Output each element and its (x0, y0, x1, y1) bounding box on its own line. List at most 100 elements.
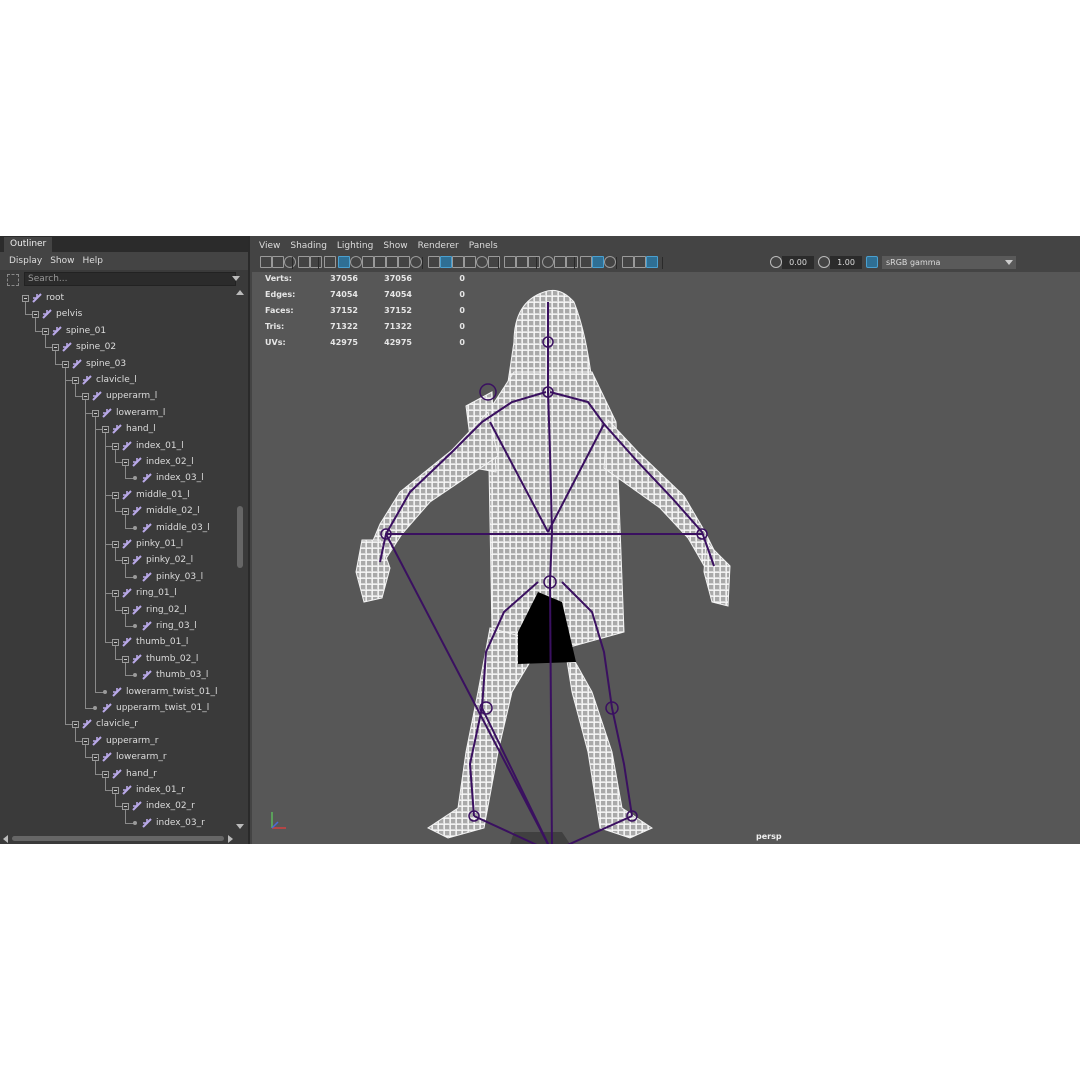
view-transform-icon[interactable] (866, 256, 878, 268)
outliner-item-index-01-l[interactable]: index_01_l (0, 438, 234, 454)
grid-icon[interactable] (338, 256, 350, 268)
scroll-down-icon[interactable] (236, 824, 244, 829)
grease-pencil-icon[interactable] (324, 256, 336, 268)
collapse-toggle-icon[interactable] (112, 491, 119, 499)
gate-mask-icon[interactable] (374, 256, 386, 268)
xray-active-icon[interactable] (592, 256, 604, 268)
safe-action-icon[interactable] (398, 256, 410, 268)
collapse-toggle-icon[interactable] (122, 803, 129, 811)
outliner-item-thumb-03-l[interactable]: thumb_03_l (0, 667, 234, 683)
outliner-item-upperarm-r[interactable]: upperarm_r (0, 733, 234, 749)
camera-attributes-icon[interactable] (272, 256, 284, 268)
outliner-item-pinky-01-l[interactable]: pinky_01_l (0, 536, 234, 552)
outliner-item-ring-01-l[interactable]: ring_01_l (0, 585, 234, 601)
resolution-gate-icon[interactable] (362, 256, 374, 268)
collapse-toggle-icon[interactable] (42, 327, 49, 335)
collapse-toggle-icon[interactable] (112, 541, 119, 548)
scroll-left-icon[interactable] (3, 835, 8, 843)
safe-title-icon[interactable] (410, 256, 422, 268)
anti-aliasing-icon[interactable] (554, 256, 566, 268)
outliner-item-middle-03-l[interactable]: middle_03_l (0, 520, 234, 536)
gamma-icon[interactable] (634, 256, 646, 268)
collapse-toggle-icon[interactable] (32, 311, 39, 319)
menu-renderer[interactable]: Renderer (413, 236, 464, 256)
exposure-icon[interactable] (622, 256, 634, 268)
outliner-item-index-02-r[interactable]: index_02_r (0, 798, 234, 814)
scroll-up-icon[interactable] (236, 290, 244, 295)
menu-shading[interactable]: Shading (285, 236, 332, 256)
character-wireframe-mesh[interactable] (252, 272, 1080, 844)
collapse-toggle-icon[interactable] (112, 442, 119, 450)
menu-view[interactable]: View (252, 236, 285, 256)
collapse-toggle-icon[interactable] (122, 459, 129, 466)
outliner-item-root[interactable]: root (0, 290, 234, 306)
search-input[interactable]: Search... (24, 272, 236, 286)
outliner-item-lowerarm-twist-01-l[interactable]: lowerarm_twist_01_l (0, 684, 234, 700)
exposure-dial-icon[interactable] (770, 256, 782, 268)
menu-lighting[interactable]: Lighting (332, 236, 378, 256)
outliner-item-middle-01-l[interactable]: middle_01_l (0, 487, 234, 503)
color-space-select[interactable]: sRGB gamma (882, 256, 1016, 269)
collapse-toggle-icon[interactable] (82, 393, 89, 401)
outliner-item-upperarm-twist-01-l[interactable]: upperarm_twist_01_l (0, 700, 234, 716)
scroll-thumb[interactable] (237, 506, 243, 568)
shadows-icon[interactable] (516, 256, 528, 268)
outliner-item-lowerarm-l[interactable]: lowerarm_l (0, 405, 234, 421)
outliner-item-spine-02[interactable]: spine_02 (0, 339, 234, 355)
collapse-toggle-icon[interactable] (92, 754, 99, 762)
gamma-dial-icon[interactable] (818, 256, 830, 268)
bookmark-icon[interactable] (284, 256, 296, 268)
outliner-item-middle-02-l[interactable]: middle_02_l (0, 503, 234, 519)
collapse-toggle-icon[interactable] (92, 409, 99, 417)
menu-panels[interactable]: Panels (464, 236, 503, 256)
color-management-icon[interactable] (646, 256, 658, 268)
outliner-item-lowerarm-r[interactable]: lowerarm_r (0, 749, 234, 765)
default-material-icon[interactable] (452, 256, 464, 268)
use-lights-icon[interactable] (504, 256, 516, 268)
depth-of-field-icon[interactable] (566, 256, 578, 268)
isolate-select-icon[interactable] (580, 256, 592, 268)
collapse-toggle-icon[interactable] (22, 295, 29, 302)
outliner-item-hand-l[interactable]: hand_l (0, 421, 234, 437)
collapse-toggle-icon[interactable] (102, 770, 109, 778)
collapse-toggle-icon[interactable] (122, 606, 129, 614)
menu-help[interactable]: Help (78, 252, 107, 270)
outliner-item-ring-02-l[interactable]: ring_02_l (0, 602, 234, 618)
outliner-item-thumb-01-l[interactable]: thumb_01_l (0, 634, 234, 650)
collapse-toggle-icon[interactable] (62, 360, 69, 368)
search-dropdown-icon[interactable] (232, 276, 240, 281)
collapse-toggle-icon[interactable] (102, 426, 109, 434)
outliner-item-index-03-r[interactable]: index_03_r (0, 815, 234, 831)
outliner-item-pelvis[interactable]: pelvis (0, 306, 234, 322)
camera-select-icon[interactable] (260, 256, 272, 268)
hscroll-thumb[interactable] (12, 836, 224, 841)
smooth-shade-icon[interactable] (440, 256, 452, 268)
chevron-down-icon[interactable] (1002, 256, 1016, 269)
3d-viewport[interactable]: Verts: 37056 37056 0 Edges: 74054 74054 … (252, 272, 1080, 844)
menu-show[interactable]: Show (378, 236, 412, 256)
outliner-item-clavicle-r[interactable]: clavicle_r (0, 716, 234, 732)
outliner-item-ring-03-l[interactable]: ring_03_l (0, 618, 234, 634)
outliner-item-spine-03[interactable]: spine_03 (0, 356, 234, 372)
exposure-field[interactable]: 0.00 (782, 256, 814, 269)
outliner-item-hand-r[interactable]: hand_r (0, 766, 234, 782)
collapse-toggle-icon[interactable] (112, 590, 119, 598)
collapse-toggle-icon[interactable] (82, 737, 89, 745)
outliner-item-clavicle-l[interactable]: clavicle_l (0, 372, 234, 388)
menu-display[interactable]: Display (0, 252, 46, 270)
image-plane-icon[interactable] (298, 256, 310, 268)
collapse-toggle-icon[interactable] (122, 508, 129, 516)
collapse-toggle-icon[interactable] (122, 655, 129, 663)
outliner-tab[interactable]: Outliner (4, 237, 53, 252)
film-gate-icon[interactable] (350, 256, 362, 268)
xray-icon[interactable] (476, 256, 488, 268)
xray-component-icon[interactable] (604, 256, 616, 268)
outliner-item-pinky-03-l[interactable]: pinky_03_l (0, 569, 234, 585)
outliner-item-upperarm-l[interactable]: upperarm_l (0, 388, 234, 404)
ambient-occlusion-icon[interactable] (528, 256, 540, 268)
outliner-item-index-03-l[interactable]: index_03_l (0, 470, 234, 486)
collapse-toggle-icon[interactable] (72, 377, 79, 384)
collapse-toggle-icon[interactable] (52, 344, 59, 352)
outliner-item-thumb-02-l[interactable]: thumb_02_l (0, 651, 234, 667)
wireframe-icon[interactable] (428, 256, 440, 268)
